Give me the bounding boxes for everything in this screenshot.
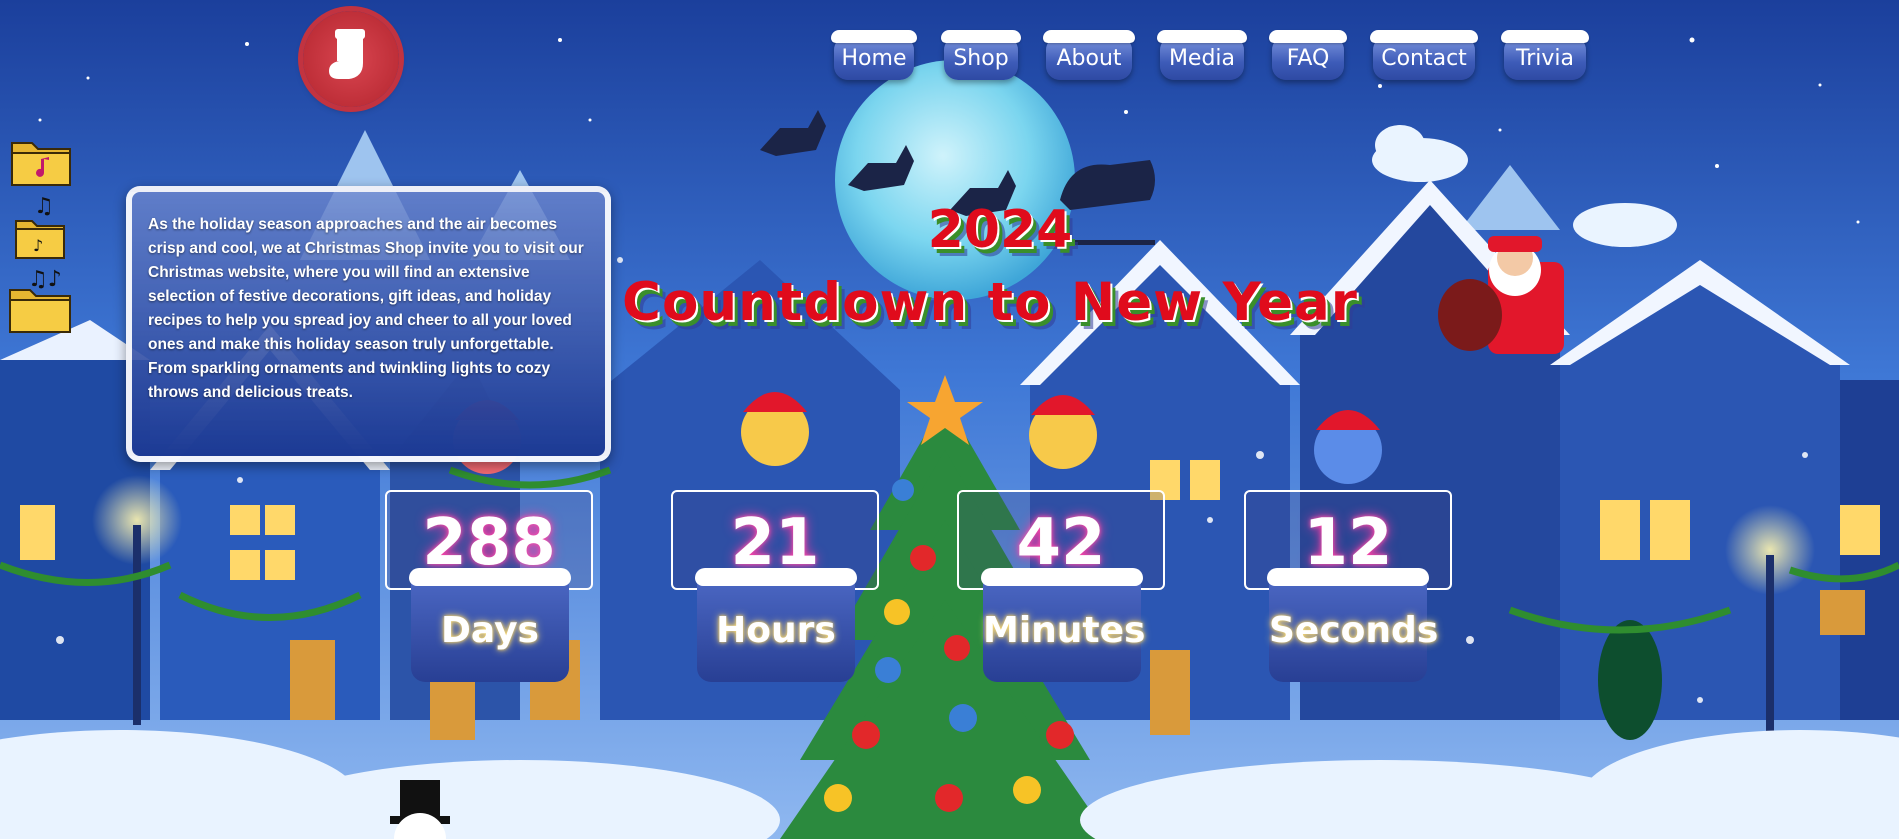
music-folder-icon[interactable]: ♫ ♪	[14, 194, 66, 265]
title-year: 2024	[927, 200, 1073, 260]
nav-shop-label: Shop	[953, 46, 1009, 71]
nav-trivia[interactable]: Trivia	[1501, 30, 1589, 80]
nav-home[interactable]: Home	[831, 30, 917, 80]
countdown-minutes-label: Minutes	[981, 568, 1145, 682]
nav-contact-label: Contact	[1381, 46, 1467, 71]
svg-text:♫: ♫	[34, 195, 54, 219]
music-folder-icon[interactable]	[10, 135, 72, 191]
logo-button[interactable]	[303, 11, 399, 107]
nav-media[interactable]: Media	[1157, 30, 1247, 80]
nav-shop[interactable]: Shop	[941, 30, 1021, 80]
music-folder-icon[interactable]: ♫♪	[8, 266, 74, 340]
countdown-days-label: Days	[409, 568, 571, 682]
nav-about-label: About	[1056, 46, 1122, 71]
nav-contact[interactable]: Contact	[1370, 30, 1478, 80]
page-title: Countdown to New Year	[622, 272, 1358, 333]
nav-faq[interactable]: FAQ	[1269, 30, 1347, 80]
countdown-hours-label: Hours	[695, 568, 857, 682]
intro-panel: As the holiday season approaches and the…	[126, 186, 611, 462]
svg-text:♫♪: ♫♪	[28, 267, 62, 292]
intro-text: As the holiday season approaches and the…	[148, 216, 584, 401]
nav-media-label: Media	[1168, 46, 1236, 71]
stocking-icon	[329, 29, 365, 79]
nav-faq-label: FAQ	[1286, 46, 1330, 71]
countdown-seconds-label: Seconds	[1267, 568, 1438, 682]
nav-home-label: Home	[841, 46, 907, 71]
svg-text:♪: ♪	[33, 236, 43, 255]
nav-about[interactable]: About	[1043, 30, 1135, 80]
nav-trivia-label: Trivia	[1516, 46, 1574, 71]
